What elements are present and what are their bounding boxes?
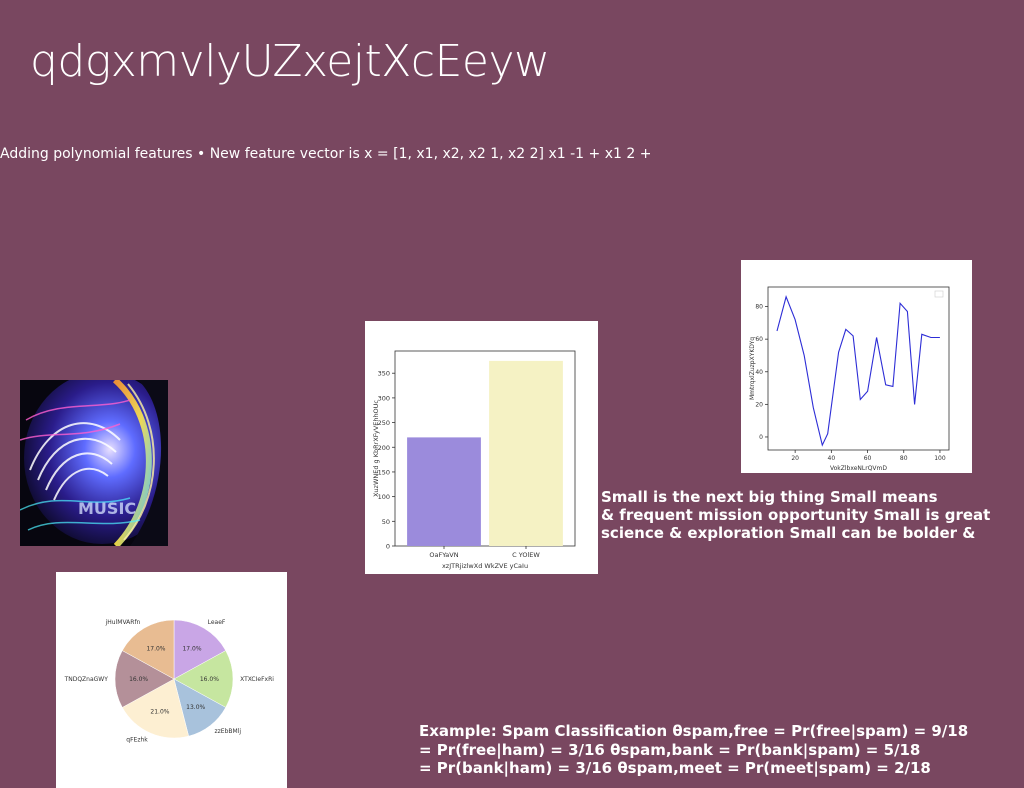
concert-photo: MUSIC [20, 380, 168, 546]
pie-slice-label: LeaeF [208, 619, 226, 626]
concert-photo-graphic: MUSIC [20, 380, 168, 546]
x-axis-label: xzJTRjizlwXd WkZVE yCaIu [442, 562, 528, 570]
y-axis-label: MmtrqxlZuzpXYKDYq [749, 337, 756, 400]
x-tick-label: 80 [900, 455, 908, 462]
plot-frame [767, 286, 950, 451]
pie-slice-label: XTXCIeFxRi [240, 676, 274, 683]
y-tick-label: 350 [378, 370, 390, 378]
y-tick-label: 50 [382, 518, 390, 526]
slide-title: qdgxmvlyUZxejtXcEeyw [30, 36, 550, 87]
x-axis-label: VokZlbxeNLrQVmD [830, 465, 887, 472]
spam-example-line: = Pr(bank|ham) = 3/16 θspam,meet = Pr(me… [419, 759, 931, 777]
pie-slice-label: TNDQZnaGWY [64, 676, 109, 683]
series-line [776, 295, 940, 447]
pie-chart: 17.0% LeaeF 16.0% XTXCIeFxRi 13.0% zzEbBMlj 21… [64, 619, 275, 744]
legend-box [934, 290, 944, 298]
pie-percent-label: 17.0% [146, 646, 165, 653]
y-tick-label: 40 [755, 369, 763, 376]
small-paragraph-line: Small is the next big thing Small means [601, 488, 938, 506]
y-tick-label: 0 [386, 543, 390, 551]
y-tick-label: 20 [755, 401, 763, 408]
y-tick-label: 0 [759, 434, 763, 441]
x-tick-label: 40 [828, 455, 836, 462]
pie-slice-label: zzEbBMlj [215, 728, 242, 735]
pie-slice-label: jHulMVARfn [105, 619, 141, 626]
y-axis-label: XuzWNEd g KbRrXFyVEhhOUc [372, 400, 380, 497]
bar [407, 437, 481, 546]
small-paragraph-line: & frequent mission opportunity Small is … [601, 506, 991, 524]
pie-percent-label: 13.0% [186, 704, 205, 711]
pie-slice-label: qFEzhk [126, 737, 148, 744]
x-tick-label: 100 [934, 455, 946, 462]
photo-sign-text: MUSIC [78, 499, 136, 518]
bar [489, 360, 563, 546]
spam-example-line: Example: Spam Classification θspam,free … [419, 722, 969, 740]
pie-chart-panel: 17.0% LeaeF 16.0% XTXCIeFxRi 13.0% zzEbBMlj 21… [56, 572, 287, 788]
y-tick-label: 80 [755, 304, 763, 311]
pie-percent-label: 21.0% [150, 708, 169, 715]
pie-percent-label: 17.0% [182, 646, 201, 653]
pie-percent-label: 16.0% [200, 676, 219, 683]
line-chart-panel: 20 40 60 80 100 0 20 40 60 80 VokZlbxeNLrQVmD Mmtrq… [741, 260, 972, 473]
bar-chart: 050100150200250300350OaFYaVN C YOlEWxzJTR… [372, 350, 576, 570]
spam-example-paragraph: Example: Spam Classification θspam,free … [419, 722, 968, 778]
small-paragraph: Small is the next big thing Small means … [601, 488, 990, 542]
x-tick-label: 60 [864, 455, 872, 462]
line-chart: 20 40 60 80 100 0 20 40 60 80 VokZlbxeNLrQVmD Mmtrq… [749, 286, 950, 472]
x-tick-label: OaFYaVN [429, 551, 458, 559]
y-tick-label: 60 [755, 336, 763, 343]
small-paragraph-line: science & exploration Small can be bolde… [601, 524, 976, 542]
pie-percent-label: 16.0% [129, 676, 148, 683]
bar-chart-panel: 0 50 100 150 200 250 300 350 OaFYaVN C YOlEW xzJTR… [365, 321, 598, 574]
slide-subtitle: Adding polynomial features • New feature… [0, 146, 652, 162]
spam-example-line: = Pr(free|ham) = 3/16 θspam,bank = Pr(ba… [419, 740, 921, 759]
x-tick-label: C YOlEW [512, 551, 540, 559]
x-tick-label: 20 [791, 455, 799, 462]
